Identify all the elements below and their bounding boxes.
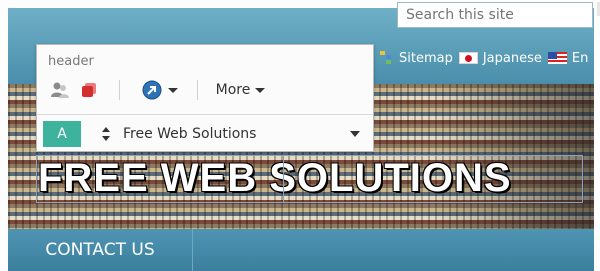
chevron-down-icon [168,88,178,93]
more-dropdown[interactable]: More [210,78,272,102]
sitemap-link[interactable]: Sitemap [380,51,453,66]
chevron-down-icon [255,88,266,93]
title-block-divider [283,155,284,203]
sort-icon [102,127,110,141]
toolbar-divider [119,80,120,100]
hero-title[interactable]: FREE WEB SOLUTIONS [38,156,512,201]
japan-flag-icon [458,52,478,64]
us-flag-icon [547,52,567,64]
style-badge[interactable]: A [43,121,81,147]
sitemap-label: Sitemap [399,50,453,66]
users-button[interactable] [47,78,73,102]
block-editor-popup: header More A Free Web Solutions [36,44,374,152]
search-input[interactable] [398,3,592,27]
nav-item-contact[interactable]: CONTACT US [8,229,193,271]
english-label: En [571,50,589,66]
japanese-label: Japanese [482,50,542,66]
editor-separator [37,114,373,115]
header-links: Sitemap Japanese En [380,48,594,68]
page: Sitemap Japanese En FREE WEB SOLUTIONS C… [0,0,600,271]
users-icon [51,82,69,98]
japanese-link[interactable]: Japanese [458,50,542,66]
style-select-caret-icon[interactable] [350,131,360,137]
navigate-dropdown[interactable] [137,78,183,102]
main-nav-bar: CONTACT US [8,229,594,271]
editor-title: header [48,54,94,69]
more-label: More [215,82,251,98]
editor-toolbar: More [45,78,365,102]
sitemap-icon [380,51,394,65]
nav-item-contact-label: CONTACT US [45,240,155,260]
toolbar-divider [197,80,198,100]
search-box[interactable] [397,2,593,28]
copy-button[interactable] [77,78,101,102]
style-select-value[interactable]: Free Web Solutions [123,126,256,142]
copy-icon [82,83,96,97]
sort-arrows-icon[interactable] [101,122,111,146]
english-link[interactable]: En [547,50,589,66]
navigate-icon [142,80,162,100]
